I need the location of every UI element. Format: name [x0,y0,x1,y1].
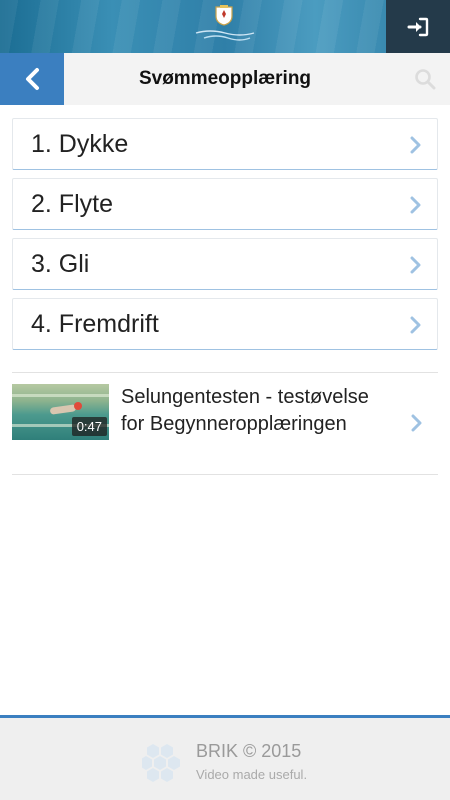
back-button[interactable] [0,53,64,105]
list-item-fremdrift[interactable]: 4. Fremdrift [12,298,438,350]
header-banner [0,0,450,53]
sign-in-icon [407,17,429,36]
swim-cap [74,402,82,410]
chevron-right-icon [410,316,421,334]
list-item-label: 4. Fremdrift [31,310,159,338]
list-item-label: 3. Gli [31,250,90,278]
page-title: Svømmeopplæring [138,68,312,89]
video-thumbnail: 0:47 [12,384,109,440]
video-title: Selungentesten - testøvelse for Begynner… [121,384,421,438]
video-list-item[interactable]: 0:47 Selungentesten - testøvelse for Beg… [12,384,438,442]
footer-brand: BRIK © 2015 [196,741,302,761]
chevron-left-icon [26,68,39,90]
video-duration: 0:47 [71,417,107,436]
lesson-list: 1. Dykke 2. Flyte 3. Gli 4. Fremdrift [12,118,438,358]
search-icon [415,69,436,90]
section-divider [12,474,438,475]
search-button[interactable] [400,53,450,105]
brik-logo-icon [142,744,180,782]
chevron-right-icon [410,256,421,274]
footer: BRIK © 2015 Video made useful. [0,715,450,800]
crest-logo [215,5,233,26]
video-title-line: Selungentesten - testøvelse [121,386,369,408]
list-item-label: 2. Flyte [31,190,113,218]
swimmer-figure [49,404,77,415]
section-divider [12,372,438,373]
login-button[interactable] [386,0,450,53]
chevron-right-icon [410,196,421,214]
list-item-dykke[interactable]: 1. Dykke [12,118,438,170]
federation-logo-wave [195,30,255,41]
chevron-right-icon [411,414,422,432]
list-item-label: 1. Dykke [31,130,129,158]
footer-tagline: Video made useful. [196,767,308,782]
list-item-flyte[interactable]: 2. Flyte [12,178,438,230]
list-item-gli[interactable]: 3. Gli [12,238,438,290]
pool-lane-line [12,394,109,397]
nav-bar: Svømmeopplæring [0,53,450,105]
video-title-line: for Begynneropplæringen [121,413,347,435]
chevron-right-icon [410,136,421,154]
